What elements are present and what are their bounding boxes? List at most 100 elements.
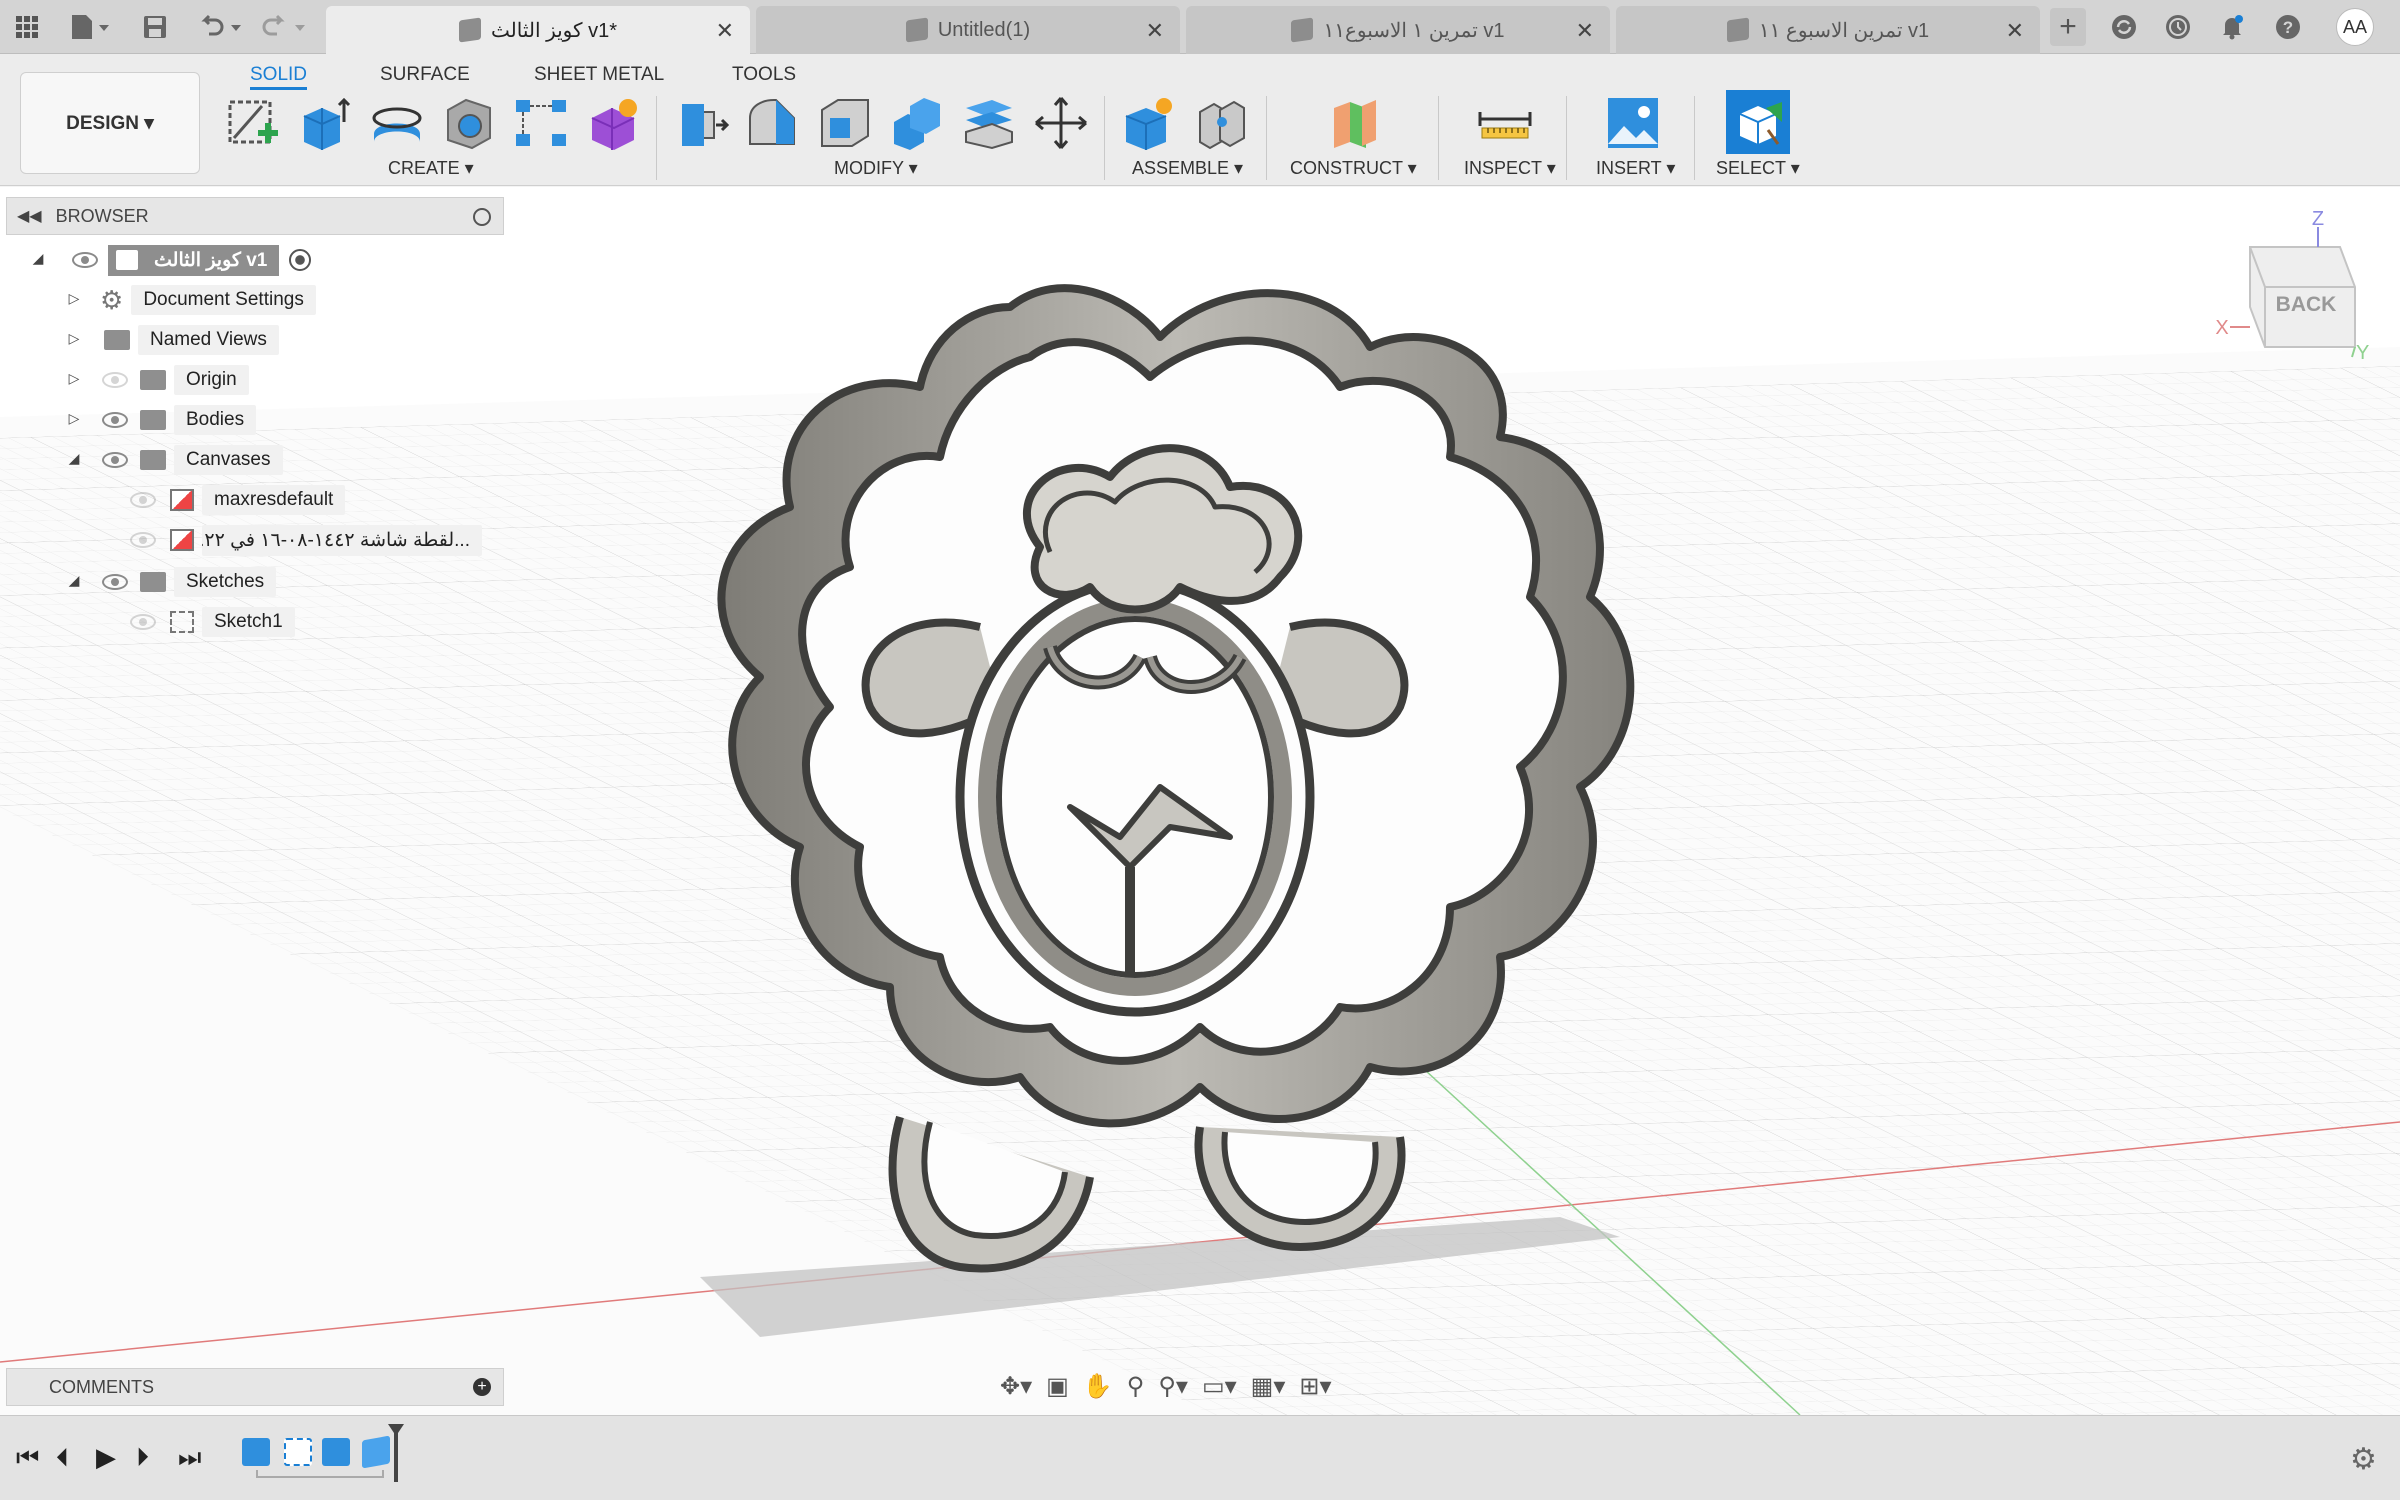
tab-tools[interactable]: TOOLS [732,60,796,90]
view-cube[interactable]: BACK Z X Y [2215,208,2369,364]
view-cube-face-label[interactable]: BACK [2276,293,2337,316]
timeline-sketch-icon[interactable] [284,1438,312,1466]
construct-group-label[interactable]: CONSTRUCT ▾ [1290,158,1417,179]
tab-document-4[interactable]: تمرين الاسبوع ١١ v1 ✕ [1616,6,2040,54]
tab-surface[interactable]: SURFACE [380,60,470,90]
go-to-end-icon[interactable]: ⏭ [178,1442,201,1474]
save-icon[interactable] [138,10,172,44]
create-group-label[interactable]: CREATE ▾ [388,158,474,179]
step-forward-icon[interactable]: ⏵ [136,1442,149,1474]
browser-item-document-settings[interactable]: ▷ ⚙ Document Settings [64,282,316,318]
grid-settings-icon[interactable]: ▦▾ [1251,1372,1286,1401]
timeline-canvas-icon[interactable] [322,1438,350,1466]
inspect-group-label[interactable]: INSPECT ▾ [1464,158,1556,179]
visibility-eye-icon[interactable] [72,252,98,268]
tab-document-2[interactable]: Untitled(1) ✕ [756,6,1180,54]
browser-item-named-views[interactable]: ▷ Named Views [64,322,279,358]
play-icon[interactable]: ▶ [96,1442,116,1473]
new-component-icon[interactable] [1120,94,1178,152]
job-status-icon[interactable] [2108,10,2140,44]
timeline-settings-gear-icon[interactable]: ⚙ [2350,1442,2377,1477]
go-to-start-icon[interactable]: ⏮ [16,1442,39,1474]
tab-sheet-metal[interactable]: SHEET METAL [534,60,664,90]
browser-item-canvas-1[interactable]: maxresdefault [126,482,346,518]
assemble-group-label[interactable]: ASSEMBLE ▾ [1132,158,1243,179]
3d-viewport[interactable]: BACK Z X Y [0,187,2400,1415]
orbit-icon[interactable]: ✥▾ [1000,1372,1032,1401]
visibility-eye-hidden-icon[interactable] [130,614,156,630]
history-icon[interactable] [2162,10,2194,44]
add-comment-icon[interactable]: + [473,1378,491,1396]
browser-item-sketch-1[interactable]: Sketch1 [126,604,295,640]
select-group-label[interactable]: SELECT ▾ [1716,158,1800,179]
timeline-canvas-icon[interactable] [242,1438,270,1466]
expand-right-icon[interactable]: ▷ [64,290,84,307]
tab-document-1[interactable]: كويز الثالث v1* ✕ [326,6,750,54]
browser-item-canvases[interactable]: ◢ Canvases [64,442,283,478]
close-icon[interactable]: ✕ [716,18,734,44]
select-icon[interactable] [1726,90,1790,154]
timeline-marker-handle[interactable] [388,1424,404,1436]
zoom-icon[interactable]: ⚲ [1127,1372,1145,1401]
timeline-extrude-icon[interactable] [362,1435,390,1469]
split-body-icon[interactable] [960,94,1018,152]
file-menu-icon[interactable] [66,10,116,44]
combine-icon[interactable] [888,94,946,152]
create-sketch-icon[interactable] [224,94,282,152]
visibility-eye-icon[interactable] [102,412,128,428]
close-icon[interactable]: ✕ [2006,18,2024,44]
help-icon[interactable]: ? [2272,10,2304,44]
shell-icon[interactable] [816,94,874,152]
activate-radio-icon[interactable] [289,249,312,271]
press-pull-icon[interactable] [672,94,730,152]
pin-icon[interactable] [473,208,491,226]
tab-document-3[interactable]: تمرين ١ الاسبوع١١ v1 ✕ [1186,6,1610,54]
expand-down-icon[interactable]: ◢ [28,250,48,267]
insert-image-icon[interactable] [1604,94,1662,152]
visibility-eye-hidden-icon[interactable] [130,532,156,548]
step-back-icon[interactable]: ⏴ [56,1442,69,1474]
visibility-eye-hidden-icon[interactable] [102,372,128,388]
visibility-eye-icon[interactable] [102,574,128,590]
close-icon[interactable]: ✕ [1146,18,1164,44]
browser-item-sketches[interactable]: ◢ Sketches [64,564,277,600]
browser-root-node[interactable]: ◢ كويز الثالث v1 [28,242,312,278]
expand-right-icon[interactable]: ▷ [64,410,84,427]
fillet-icon[interactable] [744,94,802,152]
user-avatar[interactable]: AA [2336,8,2374,46]
extrude-icon[interactable] [296,94,354,152]
measure-icon[interactable] [1476,94,1534,152]
tab-solid[interactable]: SOLID [250,60,308,90]
expand-down-icon[interactable]: ◢ [64,450,84,467]
new-tab-icon[interactable]: + [2050,8,2086,46]
visibility-eye-hidden-icon[interactable] [130,492,156,508]
joint-icon[interactable] [1192,94,1250,152]
hole-icon[interactable] [440,94,498,152]
timeline-marker[interactable] [394,1430,398,1482]
expand-right-icon[interactable]: ▷ [64,330,84,347]
workspace-switcher[interactable]: DESIGN ▾ [20,72,200,174]
undo-icon[interactable] [196,10,248,44]
visibility-eye-icon[interactable] [102,452,128,468]
collapse-panel-icon[interactable]: ◀◀ [17,206,42,226]
revolve-icon[interactable] [368,94,426,152]
viewports-icon[interactable]: ⊞▾ [1299,1372,1331,1401]
construct-plane-icon[interactable] [1326,94,1384,152]
modify-group-label[interactable]: MODIFY ▾ [834,158,918,179]
look-at-icon[interactable]: ▣ [1046,1372,1069,1401]
redo-icon[interactable] [260,10,312,44]
browser-header[interactable]: ◀◀ BROWSER [6,197,504,235]
expand-down-icon[interactable]: ◢ [64,572,84,589]
fit-zoom-icon[interactable]: ⚲▾ [1158,1372,1188,1401]
pattern-icon[interactable] [512,94,570,152]
browser-item-bodies[interactable]: ▷ Bodies [64,402,257,438]
pan-hand-icon[interactable]: ✋ [1083,1372,1113,1401]
app-grid-icon[interactable] [10,10,44,44]
insert-group-label[interactable]: INSERT ▾ [1596,158,1675,179]
comments-header[interactable]: COMMENTS + [6,1368,504,1406]
close-icon[interactable]: ✕ [1576,18,1594,44]
display-settings-icon[interactable]: ▭▾ [1202,1372,1237,1401]
create-form-icon[interactable] [584,94,642,152]
move-icon[interactable] [1032,94,1090,152]
browser-item-origin[interactable]: ▷ Origin [64,362,249,398]
